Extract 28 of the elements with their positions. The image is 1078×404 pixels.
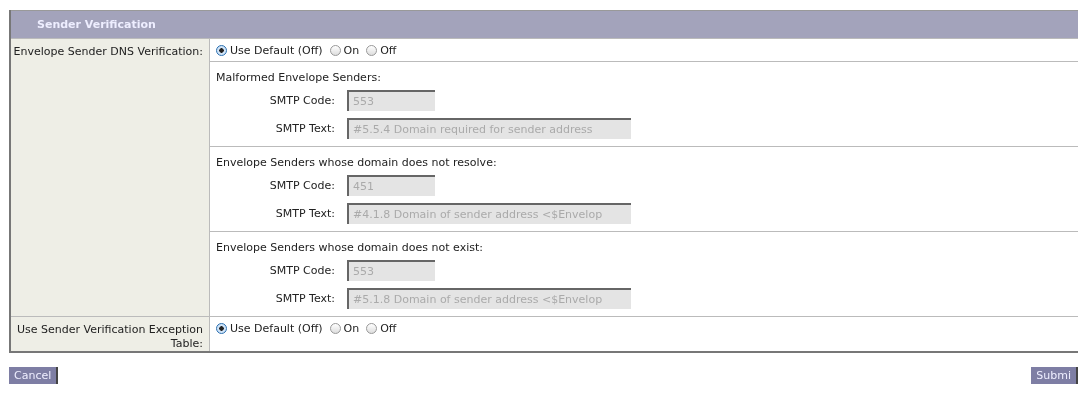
radio-icon[interactable] — [329, 322, 341, 334]
radio-label: On — [343, 43, 360, 57]
radio-icon[interactable] — [329, 44, 341, 56]
cancel-button[interactable]: Cancel — [9, 367, 59, 384]
radio-icon[interactable] — [216, 44, 227, 56]
radio-label: Off — [380, 43, 397, 57]
field-label: SMTP Code: — [268, 179, 336, 192]
field-label: SMTP Text: — [274, 292, 336, 305]
radio-icon[interactable] — [216, 322, 227, 334]
field-label: SMTP Code: — [268, 264, 336, 277]
field-label: SMTP Text: — [274, 122, 336, 135]
radio-icon[interactable] — [366, 322, 378, 334]
field-label: SMTP Text: — [274, 207, 336, 220]
radio-option[interactable]: Off — [366, 43, 397, 57]
radio-label: On — [343, 321, 360, 335]
field-label: SMTP Code: — [268, 94, 336, 107]
radio-option[interactable]: On — [329, 43, 360, 57]
row-label: Envelope Sender DNS Verification: — [13, 45, 203, 59]
row-label: Use Sender Verification Exception Table: — [16, 323, 203, 351]
group-title: Envelope Senders whose domain does not resolve: — [216, 156, 497, 169]
radio-option[interactable]: Off — [366, 321, 397, 335]
radio-option[interactable]: On — [329, 321, 360, 335]
group-title: Malformed Envelope Senders: — [216, 71, 381, 84]
submit-button[interactable]: Submi — [1031, 367, 1078, 384]
group-title: Envelope Senders whose domain does not exist: — [216, 241, 483, 254]
radio-label: Off — [380, 321, 397, 335]
section-header: Sender Verification — [11, 10, 1078, 38]
radio-icon[interactable] — [366, 44, 378, 56]
